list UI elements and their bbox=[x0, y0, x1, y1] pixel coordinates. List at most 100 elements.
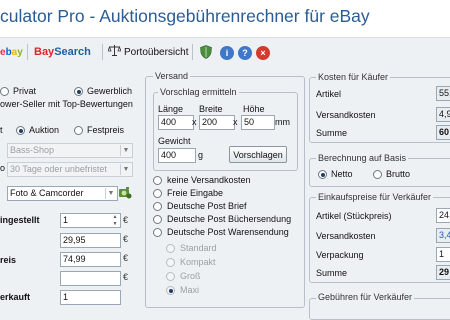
suggest-group-title: Vorschlag ermitteln bbox=[158, 87, 239, 97]
euro-sign: € bbox=[123, 272, 129, 282]
private-label: Privat bbox=[13, 86, 37, 96]
close-icon[interactable]: × bbox=[256, 46, 270, 60]
price-input[interactable]: 74,99 bbox=[60, 252, 121, 267]
sold-value: 1 bbox=[63, 292, 69, 302]
shipping-option-radio[interactable] bbox=[153, 189, 162, 198]
shipping-suboption-label: Maxi bbox=[180, 285, 200, 295]
shipping-option-radio[interactable] bbox=[153, 202, 162, 211]
shipping-option-label: Deutsche Post Büchersendung bbox=[167, 214, 292, 224]
help-icon[interactable]: ? bbox=[238, 46, 252, 60]
purchase-article-label: Artikel (Stückpreis) bbox=[316, 211, 392, 221]
euro-sign: € bbox=[123, 215, 129, 225]
shipping-suboption-radio[interactable] bbox=[166, 286, 175, 295]
calc-basis-title: Berechnung auf Basis bbox=[316, 153, 409, 163]
toolbar-separator bbox=[192, 44, 193, 60]
auction-label: Auktion bbox=[29, 125, 60, 135]
shipping-option-label: Deutsche Post Warensendung bbox=[167, 227, 289, 237]
euro-sign: € bbox=[123, 253, 129, 263]
duration-select[interactable]: 30 Tage oder unbefristet ▼ bbox=[7, 162, 133, 177]
price-value: 74,99 bbox=[63, 254, 86, 264]
weight-input[interactable]: 400 bbox=[158, 148, 196, 163]
category-select[interactable]: Foto & Camcorder ▼ bbox=[7, 186, 118, 201]
chevron-down-icon: ▼ bbox=[120, 145, 131, 156]
category-select-value: Foto & Camcorder bbox=[10, 188, 84, 198]
stepper-up-icon[interactable]: ▲ bbox=[111, 214, 119, 220]
gross-radio[interactable] bbox=[373, 170, 382, 179]
sold-stepper[interactable]: 1 bbox=[60, 290, 121, 305]
purchase-title: Einkaufspreise für Verkäufer bbox=[316, 192, 434, 202]
powerseller-checkbox-label[interactable]: ower-Seller mit Top-Bewertungen bbox=[0, 99, 133, 109]
euro-sign: € bbox=[123, 234, 129, 244]
shipping-suboption-label: Standard bbox=[180, 243, 217, 253]
info-icon[interactable]: i bbox=[220, 46, 234, 60]
shipping-suboption-radio[interactable] bbox=[166, 244, 175, 253]
fixed-price-label: Festpreis bbox=[87, 125, 125, 135]
shipping-option-label: Freie Eingabe bbox=[167, 188, 224, 198]
quantity-stepper[interactable]: 1 ▲ ▼ bbox=[60, 213, 121, 228]
porto-overview-button[interactable]: Portoübersicht bbox=[107, 44, 189, 60]
net-label: Netto bbox=[331, 169, 353, 179]
quantity-value: 1 bbox=[63, 215, 69, 225]
listing-type-label: t bbox=[0, 125, 3, 135]
shop-select-value: Bass-Shop bbox=[10, 145, 55, 155]
buyer-costs-title: Kosten für Käufer bbox=[316, 72, 391, 82]
commercial-radio[interactable] bbox=[74, 87, 83, 96]
times-sign: x bbox=[192, 117, 197, 127]
height-input[interactable]: 50 bbox=[241, 115, 275, 130]
baysearch-logo-icon: BaySearch bbox=[34, 46, 91, 58]
start-price-value: 29,95 bbox=[63, 235, 86, 245]
toolbar-separator bbox=[27, 44, 28, 60]
length-value: 400 bbox=[161, 117, 177, 127]
length-input[interactable]: 400 bbox=[158, 115, 194, 130]
shipping-option-radio[interactable] bbox=[153, 228, 162, 237]
purchase-sum-label: Summe bbox=[316, 268, 348, 278]
baysearch-link[interactable]: BaySearch bbox=[34, 44, 91, 60]
buyer-article-value: 55, bbox=[436, 86, 450, 101]
ebay-link[interactable]: ebay bbox=[0, 44, 23, 60]
stepper-down-icon[interactable]: ▼ bbox=[111, 221, 119, 227]
start-price-input[interactable]: 29,95 bbox=[60, 233, 121, 248]
width-input[interactable]: 200 bbox=[199, 115, 235, 130]
sold-label: erkauft bbox=[0, 292, 31, 302]
auction-radio[interactable] bbox=[16, 126, 25, 135]
porto-overview-label: Portoübersicht bbox=[124, 46, 189, 58]
weight-label: Gewicht bbox=[158, 136, 191, 146]
purchase-shipping-value: 3,4 bbox=[436, 228, 450, 243]
shield-icon[interactable] bbox=[200, 45, 212, 61]
fixed-price-radio[interactable] bbox=[74, 126, 83, 135]
shipping-group-title: Versand bbox=[153, 71, 191, 81]
commercial-label: Gewerblich bbox=[87, 86, 133, 96]
width-label: Breite bbox=[199, 104, 223, 114]
length-label: Länge bbox=[158, 104, 184, 114]
purchase-packaging-input[interactable]: 1 bbox=[436, 247, 450, 262]
buyer-shipping-value: 4,9 bbox=[436, 107, 450, 122]
purchase-article-input[interactable]: 24, bbox=[436, 208, 450, 223]
net-radio[interactable] bbox=[318, 170, 327, 179]
category-tree-icon[interactable] bbox=[118, 186, 132, 202]
shipping-option-radio[interactable] bbox=[153, 176, 162, 185]
buyer-article-label: Artikel bbox=[316, 89, 342, 99]
quantity-label: ingestellt bbox=[0, 215, 40, 225]
width-value: 200 bbox=[202, 117, 218, 127]
suggest-button[interactable]: Vorschlagen bbox=[229, 146, 287, 163]
shop-select[interactable]: Bass-Shop ▼ bbox=[7, 143, 133, 158]
height-value: 50 bbox=[244, 117, 255, 127]
shipping-option-label: Deutsche Post Brief bbox=[167, 201, 247, 211]
blank-input[interactable] bbox=[60, 271, 121, 286]
buyer-shipping-label: Versandkosten bbox=[316, 110, 376, 120]
window-title: culator Pro - Auktionsgebührenrechner fü… bbox=[0, 6, 370, 26]
chevron-down-icon: ▼ bbox=[120, 164, 131, 175]
purchase-sum-value: 29 bbox=[436, 265, 450, 280]
private-radio[interactable] bbox=[0, 87, 9, 96]
weight-value: 400 bbox=[161, 150, 177, 160]
g-unit: g bbox=[198, 150, 204, 160]
mm-unit: mm bbox=[275, 117, 290, 127]
seller-fees-title: Gebühren für Verkäufer bbox=[316, 292, 415, 302]
toolbar-separator bbox=[102, 44, 103, 60]
shipping-suboption-radio[interactable] bbox=[166, 272, 175, 281]
height-label: Höhe bbox=[243, 104, 265, 114]
shipping-option-radio[interactable] bbox=[153, 215, 162, 224]
duration-select-value: 30 Tage oder unbefristet bbox=[10, 164, 107, 174]
shipping-suboption-radio[interactable] bbox=[166, 258, 175, 267]
times-sign: x bbox=[233, 117, 238, 127]
